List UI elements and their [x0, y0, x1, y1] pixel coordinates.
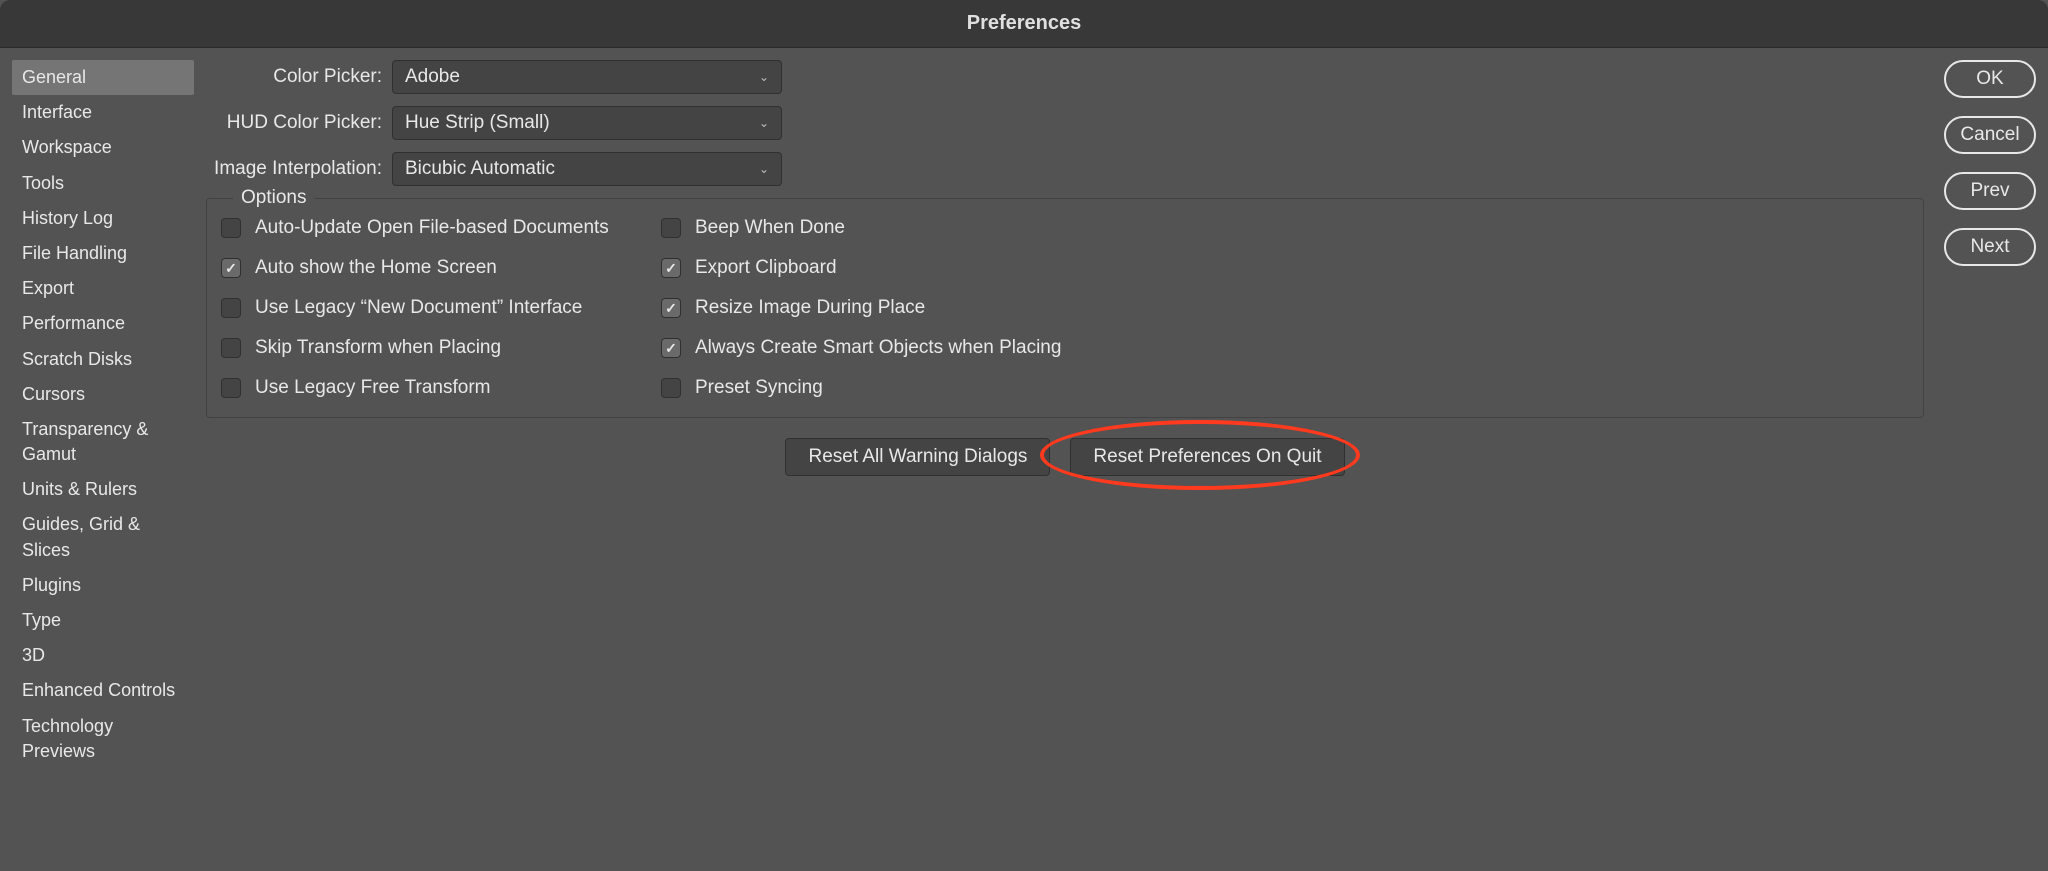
checkbox-label: Skip Transform when Placing — [255, 337, 501, 359]
checkbox-label: Auto show the Home Screen — [255, 257, 497, 279]
options-fieldset: Options Auto-Update Open File-based Docu… — [206, 198, 1924, 418]
sidebar-item-units-rulers[interactable]: Units & Rulers — [12, 472, 194, 507]
label-image-interpolation: Image Interpolation: — [206, 158, 382, 180]
dropdown-image-interpolation[interactable]: Bicubic Automatic ⌄ — [392, 152, 782, 186]
checkbox-icon — [221, 258, 241, 278]
checkbox-export-clipboard[interactable]: Export Clipboard — [661, 257, 1909, 279]
checkbox-icon — [221, 218, 241, 238]
checkbox-resize-place[interactable]: Resize Image During Place — [661, 297, 1909, 319]
settings-area: Color Picker: Adobe ⌄ HUD Color Picker: … — [206, 60, 1924, 859]
row-hud-color-picker: HUD Color Picker: Hue Strip (Small) ⌄ — [206, 106, 1924, 140]
checkbox-legacy-new-doc[interactable]: Use Legacy “New Document” Interface — [221, 297, 661, 319]
checkbox-label: Always Create Smart Objects when Placing — [695, 337, 1061, 359]
cancel-button[interactable]: Cancel — [1944, 116, 2036, 154]
dropdown-image-interpolation-value: Bicubic Automatic — [405, 158, 555, 180]
ok-button[interactable]: OK — [1944, 60, 2036, 98]
sidebar-item-type[interactable]: Type — [12, 603, 194, 638]
checkbox-label: Beep When Done — [695, 217, 845, 239]
checkbox-label: Resize Image During Place — [695, 297, 925, 319]
content-area: General Interface Workspace Tools Histor… — [0, 48, 2048, 871]
reset-warnings-button[interactable]: Reset All Warning Dialogs — [785, 438, 1050, 476]
bottom-button-row: Reset All Warning Dialogs Reset Preferen… — [206, 438, 1924, 476]
dropdown-hud-color-picker-value: Hue Strip (Small) — [405, 112, 550, 134]
chevron-down-icon: ⌄ — [759, 116, 769, 130]
checkbox-icon — [661, 298, 681, 318]
next-button[interactable]: Next — [1944, 228, 2036, 266]
sidebar-item-scratch-disks[interactable]: Scratch Disks — [12, 342, 194, 377]
sidebar-item-export[interactable]: Export — [12, 271, 194, 306]
dropdown-color-picker-value: Adobe — [405, 66, 460, 88]
checkbox-label: Use Legacy “New Document” Interface — [255, 297, 582, 319]
sidebar-item-3d[interactable]: 3D — [12, 638, 194, 673]
label-color-picker: Color Picker: — [206, 66, 382, 88]
checkbox-icon — [661, 258, 681, 278]
sidebar-item-plugins[interactable]: Plugins — [12, 568, 194, 603]
sidebar-item-interface[interactable]: Interface — [12, 95, 194, 130]
titlebar: Preferences — [0, 0, 2048, 48]
chevron-down-icon: ⌄ — [759, 70, 769, 84]
dropdown-color-picker[interactable]: Adobe ⌄ — [392, 60, 782, 94]
sidebar: General Interface Workspace Tools Histor… — [12, 60, 194, 859]
checkbox-icon — [661, 378, 681, 398]
checkbox-skip-transform[interactable]: Skip Transform when Placing — [221, 337, 661, 359]
checkbox-icon — [661, 338, 681, 358]
sidebar-item-history-log[interactable]: History Log — [12, 201, 194, 236]
checkbox-legacy-transform[interactable]: Use Legacy Free Transform — [221, 377, 661, 399]
sidebar-item-file-handling[interactable]: File Handling — [12, 236, 194, 271]
sidebar-item-enhanced-controls[interactable]: Enhanced Controls — [12, 673, 194, 708]
checkbox-icon — [221, 338, 241, 358]
sidebar-item-performance[interactable]: Performance — [12, 306, 194, 341]
checkbox-auto-update[interactable]: Auto-Update Open File-based Documents — [221, 217, 661, 239]
chevron-down-icon: ⌄ — [759, 162, 769, 176]
checkbox-label: Preset Syncing — [695, 377, 823, 399]
sidebar-item-transparency-gamut[interactable]: Transparency & Gamut — [12, 412, 194, 472]
sidebar-item-guides-grid-slices[interactable]: Guides, Grid & Slices — [12, 507, 194, 567]
checkbox-label: Export Clipboard — [695, 257, 837, 279]
checkbox-preset-syncing[interactable]: Preset Syncing — [661, 377, 1909, 399]
label-hud-color-picker: HUD Color Picker: — [206, 112, 382, 134]
row-color-picker: Color Picker: Adobe ⌄ — [206, 60, 1924, 94]
checkbox-icon — [661, 218, 681, 238]
checkbox-auto-home[interactable]: Auto show the Home Screen — [221, 257, 661, 279]
sidebar-item-technology-previews[interactable]: Technology Previews — [12, 709, 194, 769]
right-button-column: OK Cancel Prev Next — [1944, 60, 2036, 859]
prev-button[interactable]: Prev — [1944, 172, 2036, 210]
checkbox-label: Auto-Update Open File-based Documents — [255, 217, 609, 239]
checkbox-label: Use Legacy Free Transform — [255, 377, 490, 399]
checkbox-icon — [221, 378, 241, 398]
checkbox-smart-objects[interactable]: Always Create Smart Objects when Placing — [661, 337, 1909, 359]
sidebar-item-tools[interactable]: Tools — [12, 166, 194, 201]
checkbox-grid: Auto-Update Open File-based Documents Be… — [221, 217, 1909, 399]
sidebar-item-workspace[interactable]: Workspace — [12, 130, 194, 165]
row-image-interpolation: Image Interpolation: Bicubic Automatic ⌄ — [206, 152, 1924, 186]
main-panel: Color Picker: Adobe ⌄ HUD Color Picker: … — [206, 60, 2036, 859]
sidebar-item-cursors[interactable]: Cursors — [12, 377, 194, 412]
checkbox-beep[interactable]: Beep When Done — [661, 217, 1909, 239]
sidebar-item-general[interactable]: General — [12, 60, 194, 95]
options-legend: Options — [233, 187, 314, 209]
dropdown-hud-color-picker[interactable]: Hue Strip (Small) ⌄ — [392, 106, 782, 140]
reset-prefs-button[interactable]: Reset Preferences On Quit — [1070, 438, 1344, 476]
window-title: Preferences — [967, 12, 1082, 35]
checkbox-icon — [221, 298, 241, 318]
